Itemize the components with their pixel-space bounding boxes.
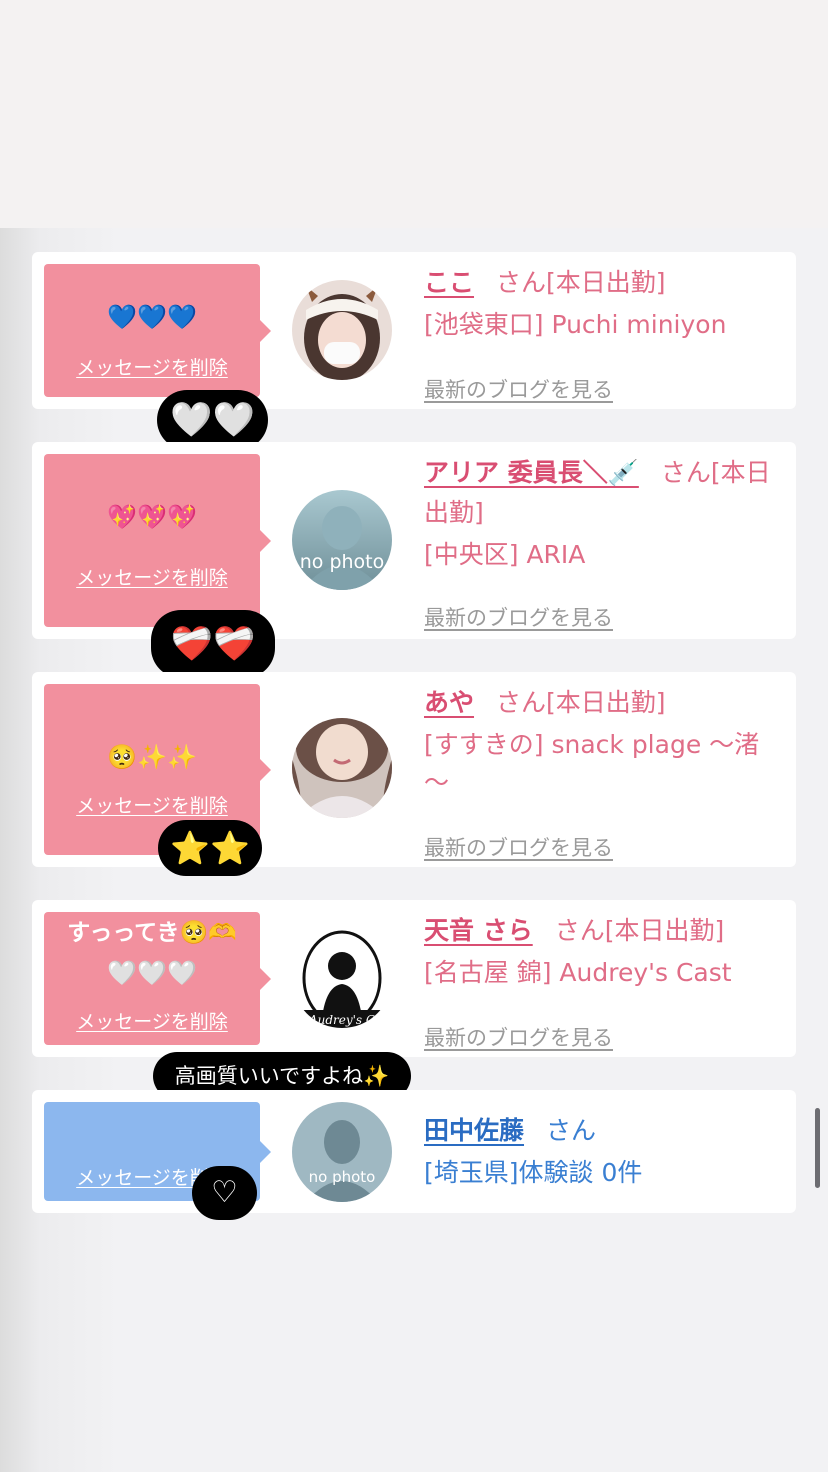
latest-blog-link[interactable]: 最新のブログを見る — [424, 376, 613, 404]
message-bubble: すっってき🥺🫶 🤍🤍🤍 メッセージを削除 — [44, 912, 271, 1045]
delete-message-link[interactable]: メッセージを削除 — [44, 794, 260, 818]
shop-name: [池袋東口] Puchi miniyon — [424, 310, 727, 339]
cast-name-line: アリア 委員長＼💉 さん[本日 — [424, 454, 786, 492]
cast-status: さん[本日出勤] — [496, 688, 666, 717]
cast-name-line: 田中佐藤 さん — [424, 1112, 786, 1150]
message-text: 💖💖💖 — [107, 503, 197, 531]
cast-name-link[interactable]: アリア 委員長＼💉 — [424, 458, 639, 487]
cast-info: アリア 委員長＼💉 さん[本日 出勤] [中央区] ARIA 最新のブログを見る — [424, 454, 786, 630]
message-text-line2: 🤍🤍🤍 — [107, 959, 197, 987]
shop-name: [中央区] ARIA — [424, 540, 586, 569]
delete-message-link[interactable]: メッセージを削除 — [44, 356, 260, 380]
message-text: 🥺✨✨ — [107, 743, 197, 771]
avatar[interactable]: Audrey's C — [292, 928, 392, 1028]
reaction-badge: ❤️‍🩹❤️‍🩹 — [151, 610, 275, 678]
avatar-placeholder-text: no photo — [309, 1168, 376, 1186]
scrollbar[interactable] — [815, 1108, 820, 1188]
list-item: 💙💙💙 メッセージを削除 ここ さん[本日出勤] [池袋東口] Puchi min… — [32, 252, 796, 409]
review-count: [埼玉県]体験談 0件 — [424, 1158, 643, 1187]
cast-info: 天音 さら さん[本日出勤] [名古屋 錦] Audrey's Cast 最新のブ… — [424, 912, 786, 1050]
cast-info: 田中佐藤 さん [埼玉県]体験談 0件 — [424, 1112, 786, 1192]
latest-blog-link[interactable]: 最新のブログを見る — [424, 834, 613, 862]
avatar[interactable]: no photo — [292, 490, 392, 590]
cast-name-line: 天音 さら さん[本日出勤] — [424, 912, 786, 950]
avatar-placeholder-text: no photo — [300, 551, 385, 573]
cast-name-link[interactable]: ここ — [424, 268, 474, 297]
avatar-logo-text: Audrey's C — [308, 1013, 375, 1027]
cast-name-link[interactable]: 田中佐藤 — [424, 1116, 524, 1145]
cast-name-line: あや さん[本日出勤] — [424, 684, 786, 722]
cast-name-link[interactable]: 天音 さら — [424, 916, 533, 945]
cast-status: さん[本日出勤] — [496, 268, 666, 297]
avatar[interactable] — [292, 718, 392, 818]
reaction-badge: 🤍🤍 — [157, 390, 268, 450]
shop-name: [名古屋 錦] Audrey's Cast — [424, 958, 732, 987]
delete-message-link[interactable]: メッセージを削除 — [44, 566, 260, 590]
message-text: 💙💙💙 — [107, 303, 197, 331]
message-bubble: 💖💖💖 メッセージを削除 — [44, 454, 271, 627]
delete-message-link[interactable]: メッセージを削除 — [44, 1010, 260, 1034]
cast-status: さん[本日出勤] — [554, 916, 725, 945]
avatar[interactable] — [292, 280, 392, 380]
latest-blog-link[interactable]: 最新のブログを見る — [424, 604, 613, 632]
shop-name: [すすきの] snack plage 〜渚 — [424, 730, 760, 759]
cast-status: さん — [546, 1116, 597, 1145]
message-bubble: 💙💙💙 メッセージを削除 — [44, 264, 271, 397]
cast-info: ここ さん[本日出勤] [池袋東口] Puchi miniyon 最新のブログを見… — [424, 264, 786, 402]
cast-status: さん[本日 — [660, 458, 771, 487]
cast-name-line: ここ さん[本日出勤] — [424, 264, 786, 302]
reaction-badge: ⭐⭐ — [158, 820, 262, 876]
cast-name-link[interactable]: あや — [424, 688, 474, 717]
shop-name-cont: 〜 — [424, 768, 450, 797]
message-text: すっってき🥺🫶 — [67, 920, 237, 946]
list-item: メッセージを削除 no photo 田中佐藤 さん [埼玉県]体験談 0件 — [32, 1090, 796, 1213]
cast-info: あや さん[本日出勤] [すすきの] snack plage 〜渚 〜 最新のブロ… — [424, 684, 786, 860]
avatar[interactable]: no photo — [292, 1102, 392, 1202]
cast-status-cont: 出勤] — [424, 498, 484, 527]
reaction-badge: ♡ — [192, 1166, 257, 1220]
list-item: 🥺✨✨ メッセージを削除 あや さん[本日出勤] [すすきの] snack pla… — [32, 672, 796, 867]
top-blank-area — [0, 0, 828, 228]
list-item: すっってき🥺🫶 🤍🤍🤍 メッセージを削除 Audrey's C 天音 さら さん[… — [32, 900, 796, 1057]
list-item: 💖💖💖 メッセージを削除 no photo アリア 委員長＼💉 さん[本日 出勤]… — [32, 442, 796, 639]
latest-blog-link[interactable]: 最新のブログを見る — [424, 1024, 613, 1052]
